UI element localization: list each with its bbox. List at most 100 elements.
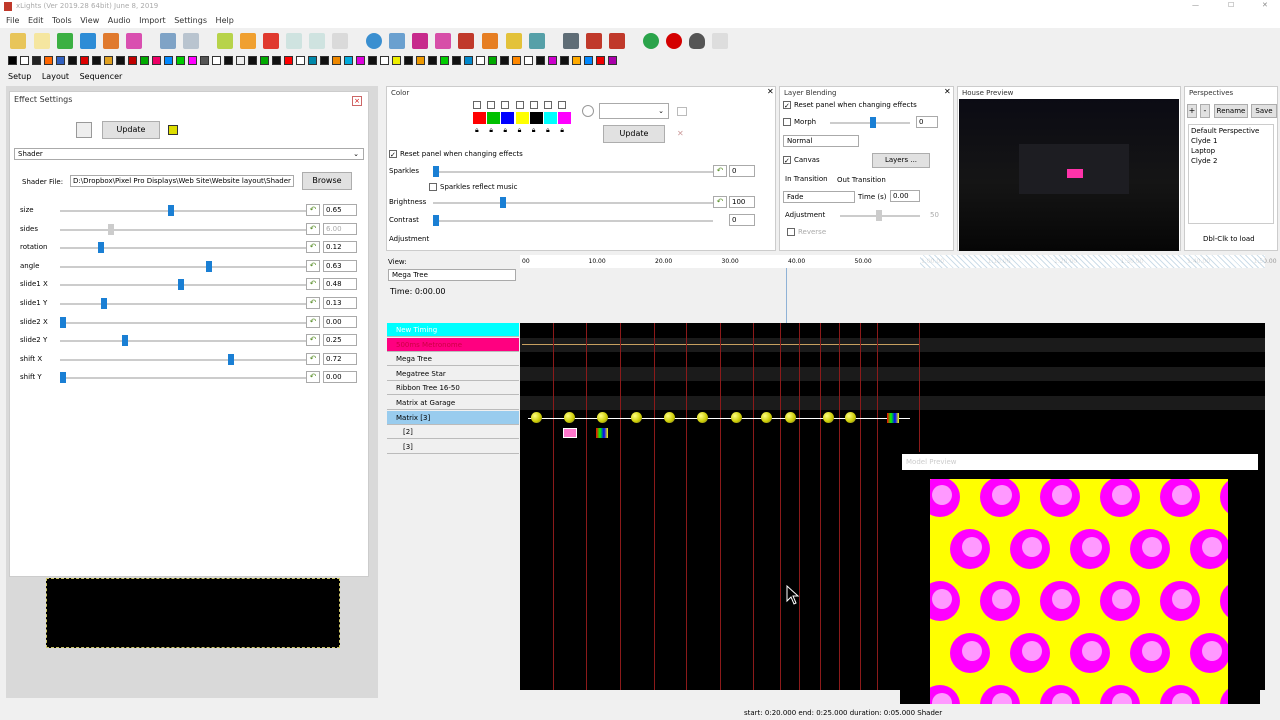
palette-swatch[interactable]: [473, 112, 486, 124]
effect-on-icon[interactable]: [20, 56, 29, 65]
effect-tendril-icon[interactable]: [512, 56, 521, 65]
effect-block[interactable]: [785, 412, 796, 423]
reset-value-icon[interactable]: ↶: [306, 371, 320, 384]
stop-icon[interactable]: [263, 33, 279, 49]
browse-button[interactable]: Browse: [302, 172, 352, 190]
palette-checkbox-icon[interactable]: [487, 101, 496, 109]
effect-circles-icon[interactable]: [56, 56, 65, 65]
effect-singlestrand-icon[interactable]: [428, 56, 437, 65]
lock-icon[interactable]: 🔒︎: [546, 126, 550, 135]
param-value[interactable]: [323, 222, 357, 235]
row-label[interactable]: Megatree Star: [387, 366, 519, 381]
list-item[interactable]: Clyde 2: [1191, 157, 1217, 165]
param-slider[interactable]: [60, 242, 306, 254]
menu-help[interactable]: Help: [216, 16, 234, 25]
checkbox-icon[interactable]: [429, 183, 437, 191]
checkbox-checked-icon[interactable]: ✓: [783, 101, 791, 110]
palette-select[interactable]: ⌄: [599, 103, 669, 119]
param-slider[interactable]: [60, 372, 306, 384]
lock-icon[interactable]: 🔒︎: [503, 126, 507, 135]
slider-thumb[interactable]: [228, 353, 234, 365]
effect-twinkle-icon[interactable]: [548, 56, 557, 65]
row-label[interactable]: Mega Tree: [387, 352, 519, 367]
palette-swatch[interactable]: [487, 112, 501, 124]
effect-block[interactable]: [631, 412, 642, 423]
effect-snowstorm-icon[interactable]: [452, 56, 461, 65]
effect-galaxy-icon[interactable]: [152, 56, 161, 65]
record-icon[interactable]: [666, 33, 682, 49]
effect-type-select[interactable]: Shader ⌄: [14, 148, 364, 160]
sparkles-reset-icon[interactable]: ↶: [713, 165, 727, 177]
effect-block[interactable]: [664, 412, 675, 423]
randomize-dice-icon[interactable]: [76, 122, 92, 138]
reset-value-icon[interactable]: ↶: [306, 334, 320, 347]
add-perspective-button[interactable]: +: [1187, 104, 1197, 118]
effect-block[interactable]: [761, 412, 772, 423]
house-icon[interactable]: [482, 33, 498, 49]
reset-value-icon[interactable]: ↶: [306, 278, 320, 291]
param-slider[interactable]: [60, 316, 306, 328]
palette-checkbox-icon[interactable]: [515, 101, 524, 109]
effect-life-icon[interactable]: [200, 56, 209, 65]
save-perspective-button[interactable]: Save: [1251, 104, 1277, 118]
effect-note-icon[interactable]: [296, 56, 305, 65]
sparkles-music-option[interactable]: Sparkles reflect music: [429, 183, 518, 191]
effect-pinwheel-icon[interactable]: [332, 56, 341, 65]
param-slider[interactable]: [60, 205, 306, 216]
effect-marquee-icon[interactable]: [248, 56, 257, 65]
param-value[interactable]: [323, 352, 357, 365]
slider-thumb[interactable]: [60, 316, 66, 328]
effect-shimmer-icon[interactable]: [404, 56, 413, 65]
row-label[interactable]: [3]: [387, 439, 519, 454]
effect-spirals-icon[interactable]: [464, 56, 473, 65]
param-slider[interactable]: [60, 279, 306, 291]
reset-value-icon[interactable]: ↶: [306, 259, 320, 272]
help-icon[interactable]: [643, 33, 659, 49]
menu-file[interactable]: File: [6, 16, 19, 25]
effect-colorwash-icon[interactable]: [68, 56, 77, 65]
param-value[interactable]: [323, 371, 357, 384]
effect-liquid-icon[interactable]: [236, 56, 245, 65]
settings-cog-icon[interactable]: [529, 33, 545, 49]
effect-snowflakes-icon[interactable]: [440, 56, 449, 65]
palette-swatch[interactable]: [544, 112, 557, 124]
effect-spirograph-icon[interactable]: [476, 56, 485, 65]
effect-garlands-icon[interactable]: [164, 56, 173, 65]
list-item[interactable]: Clyde 1: [1191, 137, 1217, 145]
warning-icon[interactable]: [458, 33, 474, 49]
effect-wave-icon[interactable]: [596, 56, 605, 65]
param-value[interactable]: [323, 204, 357, 216]
effect-settings-close-icon[interactable]: ×: [352, 96, 362, 106]
morph-option[interactable]: Morph: [783, 118, 816, 126]
close-icon[interactable]: ✕: [1262, 1, 1268, 9]
rewind-icon[interactable]: [286, 33, 302, 49]
contrast-slider[interactable]: [433, 215, 713, 226]
open-show-icon[interactable]: [57, 33, 73, 49]
lock-icon[interactable]: [183, 33, 199, 49]
brightness-reset-icon[interactable]: ↶: [713, 196, 727, 208]
row-label[interactable]: Ribbon Tree 16-50: [387, 381, 519, 396]
play-icon[interactable]: [217, 33, 233, 49]
checkbox-checked-icon[interactable]: ✓: [783, 156, 791, 165]
slider-thumb[interactable]: [206, 260, 212, 272]
brightness-value[interactable]: [729, 196, 755, 208]
effect-fire-icon[interactable]: [128, 56, 137, 65]
param-value[interactable]: [323, 315, 357, 328]
row-label[interactable]: New Timing: [387, 323, 519, 337]
open-folder-icon[interactable]: [10, 33, 26, 49]
menu-edit[interactable]: Edit: [28, 16, 44, 25]
effect-butterfly-icon[interactable]: [44, 56, 53, 65]
effect-shape-icon[interactable]: [392, 56, 401, 65]
row-label[interactable]: Matrix [3]: [387, 410, 519, 425]
transition-time-input[interactable]: [890, 190, 920, 202]
playhead[interactable]: [786, 268, 787, 323]
menu-import[interactable]: Import: [139, 16, 166, 25]
effect-ripple-icon[interactable]: [356, 56, 365, 65]
delete-palette-icon[interactable]: ✕: [677, 129, 684, 138]
param-slider[interactable]: [60, 353, 306, 365]
effect-block[interactable]: [564, 412, 575, 423]
checkbox-checked-icon[interactable]: ✓: [389, 150, 397, 159]
effect-meteors-icon[interactable]: [260, 56, 269, 65]
effect-block[interactable]: [563, 428, 577, 438]
param-value[interactable]: [323, 334, 357, 347]
